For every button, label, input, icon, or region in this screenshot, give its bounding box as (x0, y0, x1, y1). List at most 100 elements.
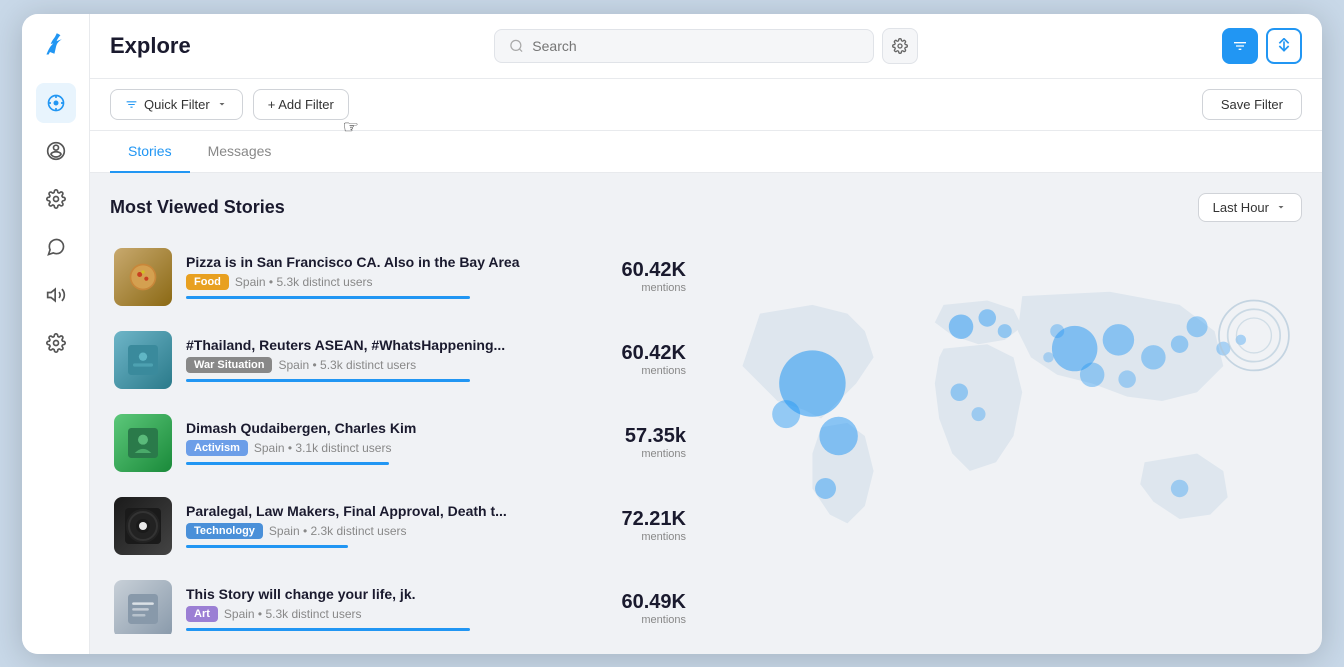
story-bar (186, 379, 470, 382)
story-meta: Art Spain • 5.3k distinct users (186, 606, 592, 622)
content-area: Most Viewed Stories Last Hour (90, 173, 1322, 654)
mentions-count: 60.49K (622, 591, 687, 613)
story-bar (186, 462, 389, 465)
sidebar-item-explore[interactable] (36, 83, 76, 123)
mentions-count: 57.35k (625, 425, 686, 447)
story-info: Paralegal, Law Makers, Final Approval, D… (186, 503, 592, 548)
story-icon (128, 594, 158, 624)
story-bar (186, 628, 470, 631)
sidebar-logo[interactable] (42, 30, 70, 63)
story-item[interactable]: Dimash Qudaibergen, Charles Kim Activism… (110, 404, 690, 483)
sort-icon (1276, 38, 1292, 54)
mentions-count: 60.42K (622, 342, 687, 364)
add-filter-button[interactable]: + Add Filter (253, 89, 349, 120)
story-location: Spain • 2.3k distinct users (269, 524, 407, 538)
story-mentions: 72.21K mentions (606, 508, 686, 543)
story-mentions: 60.42K mentions (606, 342, 686, 377)
header-actions (1222, 28, 1302, 64)
settings-gear-button[interactable] (882, 28, 918, 64)
story-item[interactable]: This Story will change your life, jk. Ar… (110, 570, 690, 634)
quick-filter-label: Quick Filter (144, 97, 210, 112)
thailand-icon (128, 345, 158, 375)
story-tag: Food (186, 274, 229, 290)
story-tag: War Situation (186, 357, 272, 373)
story-item[interactable]: Paralegal, Law Makers, Final Approval, D… (110, 487, 690, 566)
story-headline: Paralegal, Law Makers, Final Approval, D… (186, 503, 526, 519)
filter-bar: Quick Filter + Add Filter ☞ Save Filter (90, 79, 1322, 131)
dimash-icon (128, 428, 158, 458)
map-area (690, 238, 1302, 634)
mentions-count: 60.42K (622, 259, 687, 281)
mentions-count: 72.21K (622, 508, 687, 530)
story-tag: Art (186, 606, 218, 622)
story-info: This Story will change your life, jk. Ar… (186, 586, 592, 631)
sidebar-item-megaphone[interactable] (36, 227, 76, 267)
story-bar (186, 545, 348, 548)
story-thumbnail (114, 331, 172, 389)
filter-active-button[interactable] (1222, 28, 1258, 64)
tab-stories-label: Stories (128, 143, 172, 159)
story-item[interactable]: #Thailand, Reuters ASEAN, #WhatsHappenin… (110, 321, 690, 400)
story-meta: Activism Spain • 3.1k distinct users (186, 440, 592, 456)
search-box[interactable] (494, 29, 874, 63)
main-content: Explore (90, 14, 1322, 654)
story-headline: Dimash Qudaibergen, Charles Kim (186, 420, 526, 436)
story-location: Spain • 5.3k distinct users (235, 275, 373, 289)
header-center (494, 28, 918, 64)
story-location: Spain • 5.3k distinct users (278, 358, 416, 372)
sidebar-item-chat[interactable] (36, 275, 76, 315)
story-headline: #Thailand, Reuters ASEAN, #WhatsHappenin… (186, 337, 526, 353)
story-meta: War Situation Spain • 5.3k distinct user… (186, 357, 592, 373)
stories-map: Pizza is in San Francisco CA. Also in th… (110, 238, 1302, 634)
story-tag: Technology (186, 523, 263, 539)
stories-list: Pizza is in San Francisco CA. Also in th… (110, 238, 690, 634)
story-info: Dimash Qudaibergen, Charles Kim Activism… (186, 420, 592, 465)
sidebar-item-settings2[interactable] (36, 323, 76, 363)
pizza-icon (128, 262, 158, 292)
save-filter-label: Save Filter (1221, 97, 1283, 112)
mentions-label: mentions (606, 448, 686, 460)
search-input[interactable] (532, 38, 859, 54)
mentions-label: mentions (606, 282, 686, 294)
story-thumbnail (114, 497, 172, 555)
story-tag: Activism (186, 440, 248, 456)
map-bubbles-svg (690, 238, 1302, 634)
filter-icon (1232, 38, 1248, 54)
mentions-label: mentions (606, 365, 686, 377)
sidebar (22, 14, 90, 654)
paralegal-icon (125, 508, 161, 544)
save-filter-button[interactable]: Save Filter (1202, 89, 1302, 120)
story-headline: This Story will change your life, jk. (186, 586, 526, 602)
story-info: #Thailand, Reuters ASEAN, #WhatsHappenin… (186, 337, 592, 382)
tab-stories[interactable]: Stories (110, 131, 190, 173)
search-icon (509, 38, 524, 54)
time-filter-label: Last Hour (1213, 200, 1269, 215)
story-thumbnail (114, 248, 172, 306)
quick-filter-button[interactable]: Quick Filter (110, 89, 243, 120)
sidebar-item-settings[interactable] (36, 179, 76, 219)
gear-icon (892, 38, 908, 54)
add-filter-wrapper: + Add Filter ☞ (253, 89, 349, 120)
story-location: Spain • 3.1k distinct users (254, 441, 392, 455)
tabs-bar: Stories Messages (90, 131, 1322, 173)
story-bar (186, 296, 470, 299)
story-mentions: 60.42K mentions (606, 259, 686, 294)
add-filter-label: + Add Filter (268, 97, 334, 112)
app-window: Explore (22, 14, 1322, 654)
header: Explore (90, 14, 1322, 79)
filter-left: Quick Filter + Add Filter ☞ (110, 89, 349, 120)
story-meta: Technology Spain • 2.3k distinct users (186, 523, 592, 539)
time-filter-button[interactable]: Last Hour (1198, 193, 1302, 222)
tab-messages[interactable]: Messages (190, 131, 290, 173)
quick-filter-icon (125, 98, 138, 111)
sidebar-item-alert[interactable] (36, 131, 76, 171)
page-title: Explore (110, 33, 191, 59)
story-meta: Food Spain • 5.3k distinct users (186, 274, 592, 290)
story-thumbnail (114, 414, 172, 472)
section-header: Most Viewed Stories Last Hour (110, 193, 1302, 222)
sort-button[interactable] (1266, 28, 1302, 64)
story-thumbnail (114, 580, 172, 634)
mentions-label: mentions (606, 531, 686, 543)
story-item[interactable]: Pizza is in San Francisco CA. Also in th… (110, 238, 690, 317)
chevron-down-icon (216, 98, 228, 110)
